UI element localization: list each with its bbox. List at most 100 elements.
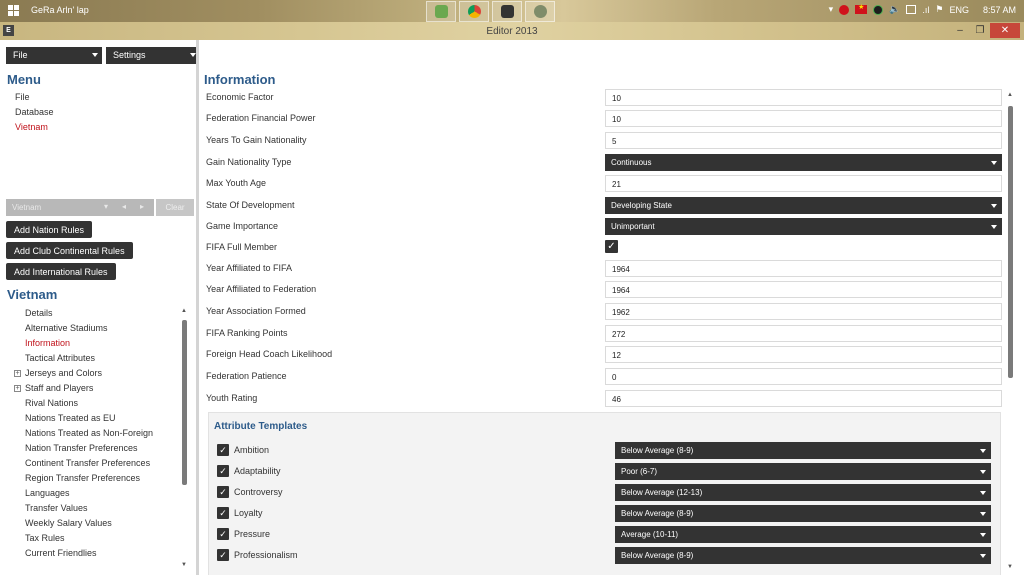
- row-year-affiliated-to-fifa: Year Affiliated to FIFA 1964: [199, 258, 1009, 279]
- controversy-select[interactable]: Below Average (12-13): [615, 484, 991, 501]
- federation-financial-power-field[interactable]: 10: [605, 110, 1002, 127]
- nav-item-nation-transfer-preferences[interactable]: Nation Transfer Preferences: [7, 443, 179, 458]
- nav-item-languages[interactable]: Languages: [7, 488, 179, 503]
- nav-item-staff-and-players[interactable]: + Staff and Players: [7, 383, 179, 398]
- scroll-down-icon[interactable]: ▼: [181, 562, 187, 568]
- flag-icon[interactable]: ⚑: [935, 4, 943, 15]
- menu-item-database[interactable]: Database: [7, 107, 190, 122]
- nav-item-tactical-attributes[interactable]: Tactical Attributes: [7, 353, 179, 368]
- row-label: Year Affiliated to FIFA: [206, 263, 293, 273]
- scrollbar-thumb[interactable]: [182, 320, 187, 485]
- menu-item-vietnam[interactable]: Vietnam: [7, 122, 190, 137]
- right-scrollbar[interactable]: ▲ ▼: [1006, 90, 1016, 570]
- state-of-development-select[interactable]: Developing State: [605, 197, 1002, 214]
- nav-item-nations-treated-as-non-foreign[interactable]: Nations Treated as Non-Foreign: [7, 428, 179, 443]
- nation-filter-combo[interactable]: Vietnam ▾ ◂ ▸: [6, 199, 154, 216]
- row-fifa-full-member: FIFA Full Member ✓: [199, 237, 1009, 258]
- scrollbar-thumb[interactable]: [1008, 106, 1013, 378]
- language-indicator[interactable]: ENG: [949, 5, 969, 15]
- row-label: Year Affiliated to Federation: [206, 284, 317, 294]
- windows-start-icon[interactable]: [8, 5, 20, 17]
- attr-professionalism: ✓ Professionalism Below Average (8-9): [209, 545, 1002, 566]
- max-youth-age-field[interactable]: 21: [605, 175, 1002, 192]
- chrome-icon[interactable]: [459, 1, 489, 22]
- nav-item-details[interactable]: Details: [7, 308, 179, 323]
- nav-item-weekly-salary-values[interactable]: Weekly Salary Values: [7, 518, 179, 533]
- adaptability-select[interactable]: Poor (6-7): [615, 463, 991, 480]
- volume-icon[interactable]: 🔈: [889, 4, 900, 15]
- expand-icon[interactable]: +: [14, 370, 21, 377]
- chevron-up-icon[interactable]: ▾: [829, 4, 834, 15]
- left-panel: File Settings Menu File Database Vietnam…: [0, 40, 200, 575]
- check-icon[interactable]: ✓: [217, 528, 229, 540]
- signal-icon[interactable]: .ıl: [922, 5, 929, 15]
- game-icon[interactable]: [426, 1, 456, 22]
- chevron-left-icon[interactable]: ◂: [122, 202, 126, 211]
- check-icon[interactable]: ✓: [217, 486, 229, 498]
- nav-item-information[interactable]: Information: [7, 338, 179, 353]
- select-value: Below Average (8-9): [621, 551, 694, 560]
- check-icon[interactable]: ✓: [217, 444, 229, 456]
- attr-loyalty: ✓ Loyalty Below Average (8-9): [209, 503, 1002, 524]
- row-gain-nationality-type: Gain Nationality Type Continuous: [199, 152, 1009, 173]
- file-dropdown[interactable]: File: [6, 47, 102, 64]
- row-year-affiliated-to-federation: Year Affiliated to Federation 1964: [199, 279, 1009, 300]
- select-value: Poor (6-7): [621, 467, 658, 476]
- nav-item-rival-nations[interactable]: Rival Nations: [7, 398, 179, 413]
- check-icon[interactable]: ✓: [217, 507, 229, 519]
- chevron-right-icon[interactable]: ▸: [140, 202, 144, 211]
- expand-icon[interactable]: +: [14, 385, 21, 392]
- fifa-ranking-points-field[interactable]: 272: [605, 325, 1002, 342]
- chevron-down-icon: ▾: [104, 202, 109, 211]
- nav-item-continent-transfer-preferences[interactable]: Continent Transfer Preferences: [7, 458, 179, 473]
- nav-item-jerseys-and-colors[interactable]: + Jerseys and Colors: [7, 368, 179, 383]
- game-importance-select[interactable]: Unimportant: [605, 218, 1002, 235]
- check-icon[interactable]: ✓: [217, 549, 229, 561]
- app-tray-icon[interactable]: [873, 4, 884, 15]
- foreign-head-coach-likelihood-field[interactable]: 12: [605, 346, 1002, 363]
- nav-item-region-transfer-preferences[interactable]: Region Transfer Preferences: [7, 473, 179, 488]
- nav-item-tax-rules[interactable]: Tax Rules: [7, 533, 179, 548]
- menu-item-file[interactable]: File: [7, 92, 190, 107]
- pressure-select[interactable]: Average (10-11): [615, 526, 991, 543]
- check-icon[interactable]: ✓: [217, 465, 229, 477]
- add-nation-rules-button[interactable]: Add Nation Rules: [6, 221, 93, 238]
- select-value: Unimportant: [611, 222, 655, 231]
- editor-icon[interactable]: [492, 1, 522, 22]
- nav-item-current-friendlies[interactable]: Current Friendlies: [7, 548, 179, 563]
- close-button[interactable]: ✕: [990, 23, 1020, 38]
- scroll-up-icon[interactable]: ▲: [1007, 92, 1013, 98]
- federation-patience-field[interactable]: 0: [605, 368, 1002, 385]
- youth-rating-field[interactable]: 46: [605, 390, 1002, 407]
- year-affiliated-to-fifa-field[interactable]: 1964: [605, 260, 1002, 277]
- nav-item-alternative-stadiums[interactable]: Alternative Stadiums: [7, 323, 179, 338]
- add-club-continental-rules-button[interactable]: Add Club Continental Rules: [6, 242, 133, 259]
- add-international-rules-button[interactable]: Add International Rules: [6, 263, 116, 280]
- nation-filter-value: Vietnam: [12, 203, 42, 212]
- settings-dropdown[interactable]: Settings: [106, 47, 200, 64]
- nav-item-transfer-values[interactable]: Transfer Values: [7, 503, 179, 518]
- vietnam-flag-icon[interactable]: [855, 3, 868, 14]
- ambition-select[interactable]: Below Average (8-9): [615, 442, 991, 459]
- economic-factor-field[interactable]: 10: [605, 89, 1002, 106]
- notification-icon[interactable]: [839, 4, 850, 15]
- attr-ambition: ✓ Ambition Below Average (8-9): [209, 440, 1002, 461]
- left-scrollbar[interactable]: ▲ ▼: [181, 308, 188, 568]
- minimize-button[interactable]: –: [950, 23, 970, 38]
- row-youth-rating: Youth Rating 46: [199, 388, 1009, 409]
- clear-button[interactable]: Clear: [156, 199, 194, 216]
- clock[interactable]: 8:57 AM: [983, 5, 1016, 15]
- scroll-up-icon[interactable]: ▲: [181, 308, 187, 314]
- scroll-down-icon[interactable]: ▼: [1007, 564, 1013, 570]
- year-association-formed-field[interactable]: 1962: [605, 303, 1002, 320]
- tool-icon[interactable]: [525, 1, 555, 22]
- battery-icon[interactable]: [906, 5, 917, 14]
- year-affiliated-to-federation-field[interactable]: 1964: [605, 281, 1002, 298]
- years-to-gain-nationality-field[interactable]: 5: [605, 132, 1002, 149]
- gain-nationality-type-select[interactable]: Continuous: [605, 154, 1002, 171]
- nav-item-nations-treated-as-eu[interactable]: Nations Treated as EU: [7, 413, 179, 428]
- maximize-button[interactable]: ❐: [970, 23, 990, 38]
- professionalism-select[interactable]: Below Average (8-9): [615, 547, 991, 564]
- fifa-full-member-checkbox[interactable]: ✓: [605, 240, 618, 253]
- loyalty-select[interactable]: Below Average (8-9): [615, 505, 991, 522]
